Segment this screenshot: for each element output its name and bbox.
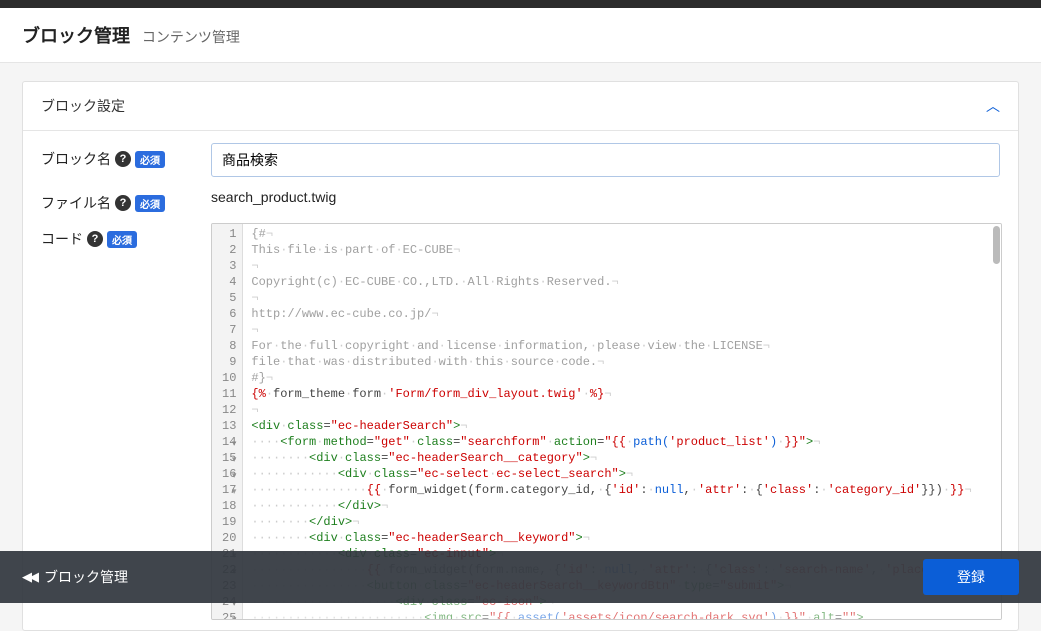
back-link[interactable]: ◀◀ ブロック管理	[22, 567, 128, 587]
file-name-label: ファイル名	[41, 193, 111, 213]
code-label: コード	[41, 229, 83, 249]
back-link-label: ブロック管理	[44, 567, 128, 587]
page-subtitle: コンテンツ管理	[142, 29, 240, 45]
required-badge: 必須	[135, 151, 165, 168]
block-name-label: ブロック名	[41, 149, 111, 169]
help-icon[interactable]: ?	[87, 231, 103, 247]
chevron-up-icon: ︿	[986, 96, 1000, 116]
scrollbar-thumb[interactable]	[993, 226, 1000, 264]
help-icon[interactable]: ?	[115, 151, 131, 167]
page-title: ブロック管理	[22, 22, 130, 48]
rewind-icon: ◀◀	[22, 569, 36, 585]
help-icon[interactable]: ?	[115, 195, 131, 211]
bottom-action-bar: ◀◀ ブロック管理 登録	[0, 551, 1041, 603]
block-name-input[interactable]	[211, 143, 1000, 177]
app-topbar	[0, 0, 1041, 8]
page-header: ブロック管理 コンテンツ管理	[0, 8, 1041, 63]
file-name-value: search_product.twig	[211, 187, 1000, 205]
panel-title: ブロック設定	[41, 96, 125, 116]
panel-header[interactable]: ブロック設定 ︿	[23, 82, 1018, 131]
required-badge: 必須	[107, 231, 137, 248]
save-button[interactable]: 登録	[923, 559, 1019, 595]
block-settings-panel: ブロック設定 ︿ ブロック名 ? 必須 ファイル名 ? 必須	[22, 81, 1019, 631]
required-badge: 必須	[135, 195, 165, 212]
